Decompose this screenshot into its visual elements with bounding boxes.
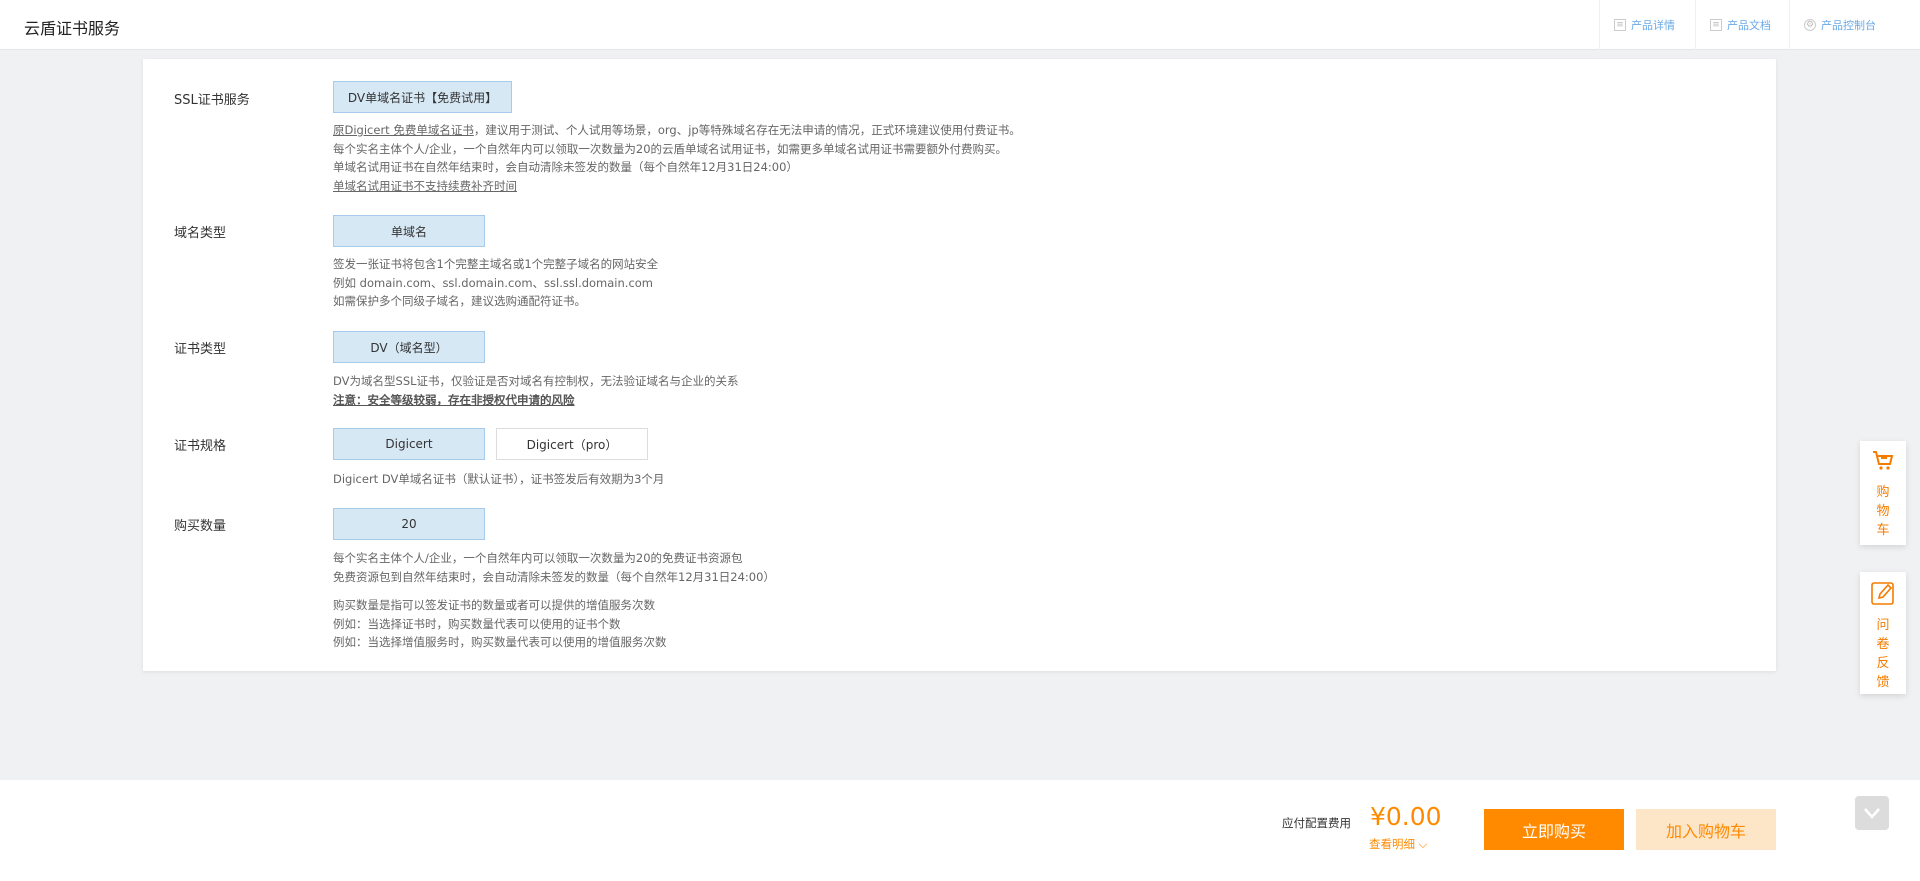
nav-product-details[interactable]: ≡ 产品详情 [1599,0,1695,50]
risk-warning: 注意：安全等级较弱，存在非授权代申请的风险 [333,392,575,407]
desc-line: DV为域名型SSL证书，仅验证是否对域名有控制权，无法验证域名与企业的关系 [333,374,739,388]
order-footer: 应付配置费用 ¥0.00 查看明细 ⌵ 立即购买 加入购物车 [0,780,1920,881]
option-single-domain[interactable]: 单域名 [333,215,485,247]
buy-now-button[interactable]: 立即购买 [1484,809,1624,850]
nav-product-docs[interactable]: ≡ 产品文档 [1695,0,1789,50]
document-icon: ≡ [1614,19,1626,31]
desc-line: 签发一张证书将包含1个完整主域名或1个完整子域名的网站安全 [333,257,659,271]
option-dv[interactable]: DV（域名型） [333,331,485,363]
desc-line: 每个实名主体个人/企业，一个自然年内可以领取一次数量为20的云盾单域名试用证书，… [333,141,1008,156]
cert-spec-description: Digicert DV单域名证书（默认证书），证书签发后有效期为3个月 [333,470,664,489]
nav-label: 产品控制台 [1821,19,1876,32]
quantity-description: 每个实名主体个人/企业，一个自然年内可以领取一次数量为20的免费证书资源包 免费… [333,549,775,652]
domain-description: 签发一张证书将包含1个完整主域名或1个完整子域名的网站安全 例如 domain.… [333,255,658,311]
option-dv-free-trial[interactable]: DV单域名证书【免费试用】 [333,81,512,113]
survey-label: 问卷反馈 [1876,618,1890,690]
renewal-note-link[interactable]: 单域名试用证书不支持续费补齐时间 [333,177,1021,196]
survey-float-button[interactable]: 问卷反馈 [1860,572,1906,694]
chevron-down-icon: ⌵ [1418,837,1428,851]
option-digicert[interactable]: Digicert [333,428,485,460]
desc-line: 如需保护多个同级子域名，建议选购通配符证书。 [333,294,586,308]
desc-line: 例如：当选择证书时，购买数量代表可以使用的证书个数 [333,616,621,631]
desc-line: 例如：当选择增值服务时，购买数量代表可以使用的增值服务次数 [333,635,667,649]
cert-spec-label: 证书规格 [174,439,227,454]
quantity-value[interactable]: 20 [333,508,485,540]
cart-label: 购物车 [1876,485,1890,538]
page-title: 云盾证书服务 [24,19,121,38]
ssl-service-label: SSL证书服务 [174,93,250,108]
chevron-down-icon [1864,808,1880,819]
ssl-description: 原Digicert 免费单域名证书，建议用于测试、个人试用等场景，org、jp等… [333,121,1021,195]
desc-line: Digicert DV单域名证书（默认证书），证书签发后有效期为3个月 [333,472,665,486]
cart-float-button[interactable]: 购物车 [1860,441,1906,545]
cart-icon [1873,451,1894,470]
desc-line: 单域名试用证书在自然年结束时，会自动清除未签发的数量（每个自然年12月31日24… [333,160,798,174]
desc-line: 免费资源包到自然年结束时，会自动清除未签发的数量（每个自然年12月31日24:0… [333,569,775,584]
desc-line: ，建议用于测试、个人试用等场景，org、jp等特殊域名存在无法申请的情况，正式环… [473,123,1021,137]
desc-line: 购买数量是指可以签发证书的数量或者可以提供的增值服务次数 [333,598,655,612]
nav-product-console[interactable]: ⚙ 产品控制台 [1789,0,1899,50]
view-details-label: 查看明细 [1369,837,1415,851]
header: 云盾证书服务 ≡ 产品详情 ≡ 产品文档 ⚙ 产品控制台 [0,0,1920,50]
quantity-label: 购买数量 [174,519,227,534]
nav-label: 产品详情 [1631,19,1675,32]
config-card: SSL证书服务 DV单域名证书【免费试用】 原Digicert 免费单域名证书，… [143,59,1776,671]
add-to-cart-button[interactable]: 加入购物车 [1636,809,1776,850]
domain-type-label: 域名类型 [174,226,227,241]
collapse-button[interactable] [1855,796,1889,830]
fee-label: 应付配置费用 [1282,816,1351,830]
nav-label: 产品文档 [1727,19,1771,32]
price: ¥0.00 [1370,802,1442,831]
desc-line: 例如 domain.com、ssl.domain.com、ssl.ssl.dom… [333,275,654,290]
edit-icon [1871,582,1894,605]
cert-type-description: DV为域名型SSL证书，仅验证是否对域名有控制权，无法验证域名与企业的关系 注意… [333,372,739,409]
book-icon: ≡ [1710,19,1722,31]
cert-type-label: 证书类型 [174,342,227,357]
option-digicert-pro[interactable]: Digicert（pro） [496,428,648,460]
desc-line: 每个实名主体个人/企业，一个自然年内可以领取一次数量为20的免费证书资源包 [333,551,743,565]
digicert-link[interactable]: 原Digicert 免费单域名证书 [333,123,474,137]
view-details-link[interactable]: 查看明细 ⌵ [1369,836,1427,852]
gear-icon: ⚙ [1804,19,1816,31]
